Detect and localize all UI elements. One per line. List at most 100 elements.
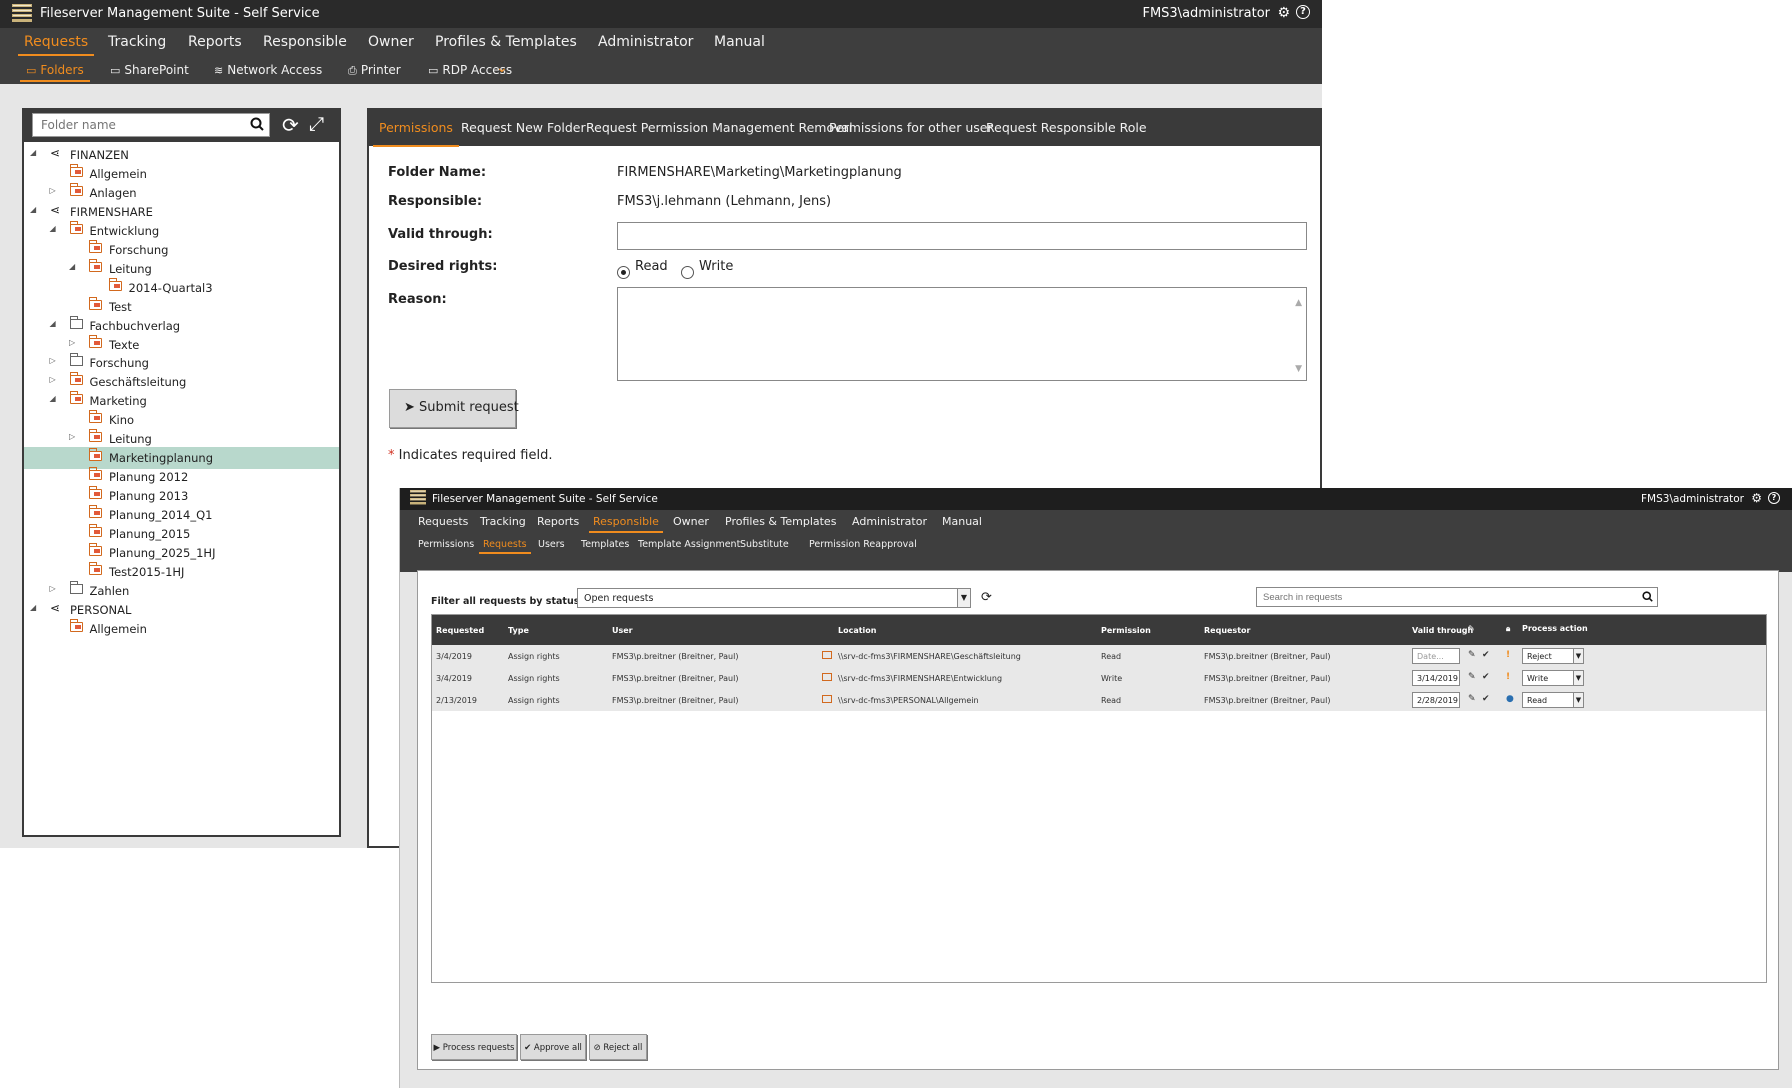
expand-icon[interactable]: ▷ [50, 584, 56, 593]
collapse-icon[interactable]: ◢ [50, 319, 56, 328]
nav-requests[interactable]: Requests [17, 34, 95, 56]
check-icon[interactable]: ✔ [1482, 694, 1490, 704]
col-process-action[interactable]: Process action [1522, 624, 1588, 633]
subnav-template-assignment[interactable]: Template Assignment [638, 539, 740, 550]
edit-icon[interactable]: ✎ [1468, 672, 1476, 682]
edit-icon[interactable]: ✎ [1468, 650, 1476, 660]
subnav-folders[interactable]: ▭ Folders [20, 63, 90, 82]
collapse-icon[interactable]: ◢ [30, 148, 36, 157]
nav-profiles-templates[interactable]: Profiles & Templates [435, 34, 577, 50]
nav-manual[interactable]: Manual [942, 515, 982, 528]
help-icon[interactable]: ? [1768, 492, 1780, 504]
col-user[interactable]: User [612, 626, 633, 635]
search-requests-input[interactable] [1256, 587, 1658, 607]
valid-through-input[interactable]: 2/28/2019 [1412, 692, 1460, 708]
collapse-icon[interactable]: ◢ [30, 603, 36, 612]
subnav-templates[interactable]: Templates [581, 539, 629, 550]
refresh-icon[interactable]: ⟳ [282, 113, 299, 137]
nav-reports[interactable]: Reports [537, 515, 579, 528]
reject-all-button[interactable]: ⊘ Reject all [589, 1034, 647, 1060]
expand-icon[interactable]: ▷ [50, 186, 56, 195]
table-row[interactable]: 3/4/2019 Assign rights FMS3\p.breitner (Br… [432, 645, 1766, 667]
scroll-down-icon[interactable]: ▼ [1295, 364, 1302, 374]
expand-icon[interactable]: ▷ [69, 432, 75, 441]
folder-search-input[interactable] [32, 113, 270, 137]
table-row[interactable]: 2/13/2019 Assign rights FMS3\p.breitner (B… [432, 689, 1766, 711]
tab-request-permission-management-removal[interactable]: Request Permission Management Removal [586, 120, 853, 135]
col-type[interactable]: Type [508, 626, 529, 635]
valid-through-input[interactable]: Date... [1412, 648, 1460, 664]
approve-all-button[interactable]: ✔ Approve all [520, 1034, 586, 1060]
subnav-printer[interactable]: ⎙ Printer [348, 63, 401, 78]
tab-request-new-folder[interactable]: Request New Folder [461, 120, 586, 135]
chevron-down-icon[interactable]: ▼ [957, 589, 970, 607]
nav-tracking[interactable]: Tracking [480, 515, 526, 528]
col-location[interactable]: Location [838, 626, 877, 635]
read-radio[interactable] [617, 266, 630, 279]
status-filter-select[interactable]: Open requests ▼ [577, 588, 971, 608]
gear-icon[interactable]: ⚙ [1751, 491, 1762, 505]
nav-manual[interactable]: Manual [714, 34, 765, 50]
nav-tracking[interactable]: Tracking [108, 34, 166, 50]
reason-textarea[interactable]: ▲ ▼ [617, 287, 1307, 381]
col-requestor[interactable]: Requestor [1204, 626, 1250, 635]
process-action-select[interactable]: Read ▼ [1522, 692, 1584, 708]
subnav-substitute[interactable]: Substitute [740, 539, 789, 550]
subnav-requests[interactable]: Requests [479, 539, 531, 554]
nav-owner[interactable]: Owner [368, 34, 414, 50]
chevron-down-icon[interactable]: ⌄ [496, 60, 508, 76]
col-permission[interactable]: Permission [1101, 626, 1151, 635]
tree-item[interactable]: Allgemein [24, 618, 339, 640]
collapse-icon[interactable]: ◢ [50, 224, 56, 233]
valid-through-input[interactable]: 3/14/2019 [1412, 670, 1460, 686]
subnav-permission-reapproval[interactable]: Permission Reapproval [809, 539, 917, 550]
col-valid-through[interactable]: Valid through [1412, 626, 1473, 635]
process-requests-button[interactable]: ▶ Process requests [431, 1034, 517, 1060]
valid-through-input[interactable] [617, 222, 1307, 250]
expand-icon[interactable]: ▷ [50, 356, 56, 365]
nav-reports[interactable]: Reports [188, 34, 242, 50]
nav-responsible[interactable]: Responsible [263, 34, 347, 50]
search-icon[interactable] [250, 117, 264, 131]
tab-permissions-for-other-user[interactable]: Permissions for other user [829, 120, 993, 135]
expand-icon[interactable]: ⤢ [309, 113, 324, 135]
subnav-users[interactable]: Users [538, 539, 565, 550]
table-row[interactable]: 3/4/2019 Assign rights FMS3\p.breitner (Br… [432, 667, 1766, 689]
tab-permissions[interactable]: Permissions [373, 120, 459, 147]
subnav-network-access[interactable]: ≋ Network Access [214, 63, 322, 77]
subnav-permissions[interactable]: Permissions [418, 539, 474, 550]
chevron-down-icon[interactable]: ▼ [1573, 693, 1583, 707]
process-action-select[interactable]: Write ▼ [1522, 670, 1584, 686]
submit-request-button[interactable]: ➤ Submit request [389, 389, 519, 428]
nav-administrator[interactable]: Administrator [598, 34, 693, 50]
refresh-icon[interactable]: ⟳ [981, 590, 992, 605]
process-action-select[interactable]: Reject ▼ [1522, 648, 1584, 664]
nav-owner[interactable]: Owner [673, 515, 709, 528]
expand-icon[interactable]: ▷ [50, 375, 56, 384]
gear-icon[interactable]: ⚙ [1277, 5, 1290, 21]
chevron-down-icon[interactable]: ▼ [1573, 671, 1583, 685]
tab-request-responsible-role[interactable]: Request Responsible Role [986, 120, 1147, 135]
subnav-sharepoint[interactable]: ▭ SharePoint [110, 63, 189, 77]
check-icon[interactable]: ✔ [1482, 650, 1490, 660]
chevron-down-icon[interactable]: ▼ [1573, 649, 1583, 663]
expand-icon[interactable]: ▷ [69, 338, 75, 347]
search-icon[interactable] [1642, 591, 1653, 602]
folder-icon [69, 353, 83, 367]
user-name[interactable]: FMS3\administrator [1142, 6, 1270, 21]
nav-responsible[interactable]: Responsible [589, 515, 663, 533]
collapse-icon[interactable]: ◢ [50, 394, 56, 403]
nav-profiles-templates[interactable]: Profiles & Templates [725, 515, 836, 528]
collapse-icon[interactable]: ◢ [30, 205, 36, 214]
nav-administrator[interactable]: Administrator [852, 515, 927, 528]
collapse-icon[interactable]: ◢ [69, 262, 75, 271]
nav-requests[interactable]: Requests [418, 515, 468, 528]
check-icon[interactable]: ✔ [1482, 672, 1490, 682]
scroll-up-icon[interactable]: ▲ [1295, 298, 1302, 308]
col-requested[interactable]: Requested [436, 626, 484, 635]
required-field-note: * Indicates required field. [388, 448, 552, 463]
user-name[interactable]: FMS3\administrator [1641, 493, 1744, 505]
help-icon[interactable]: ? [1296, 5, 1310, 19]
write-radio[interactable] [681, 266, 694, 279]
edit-icon[interactable]: ✎ [1468, 694, 1476, 704]
